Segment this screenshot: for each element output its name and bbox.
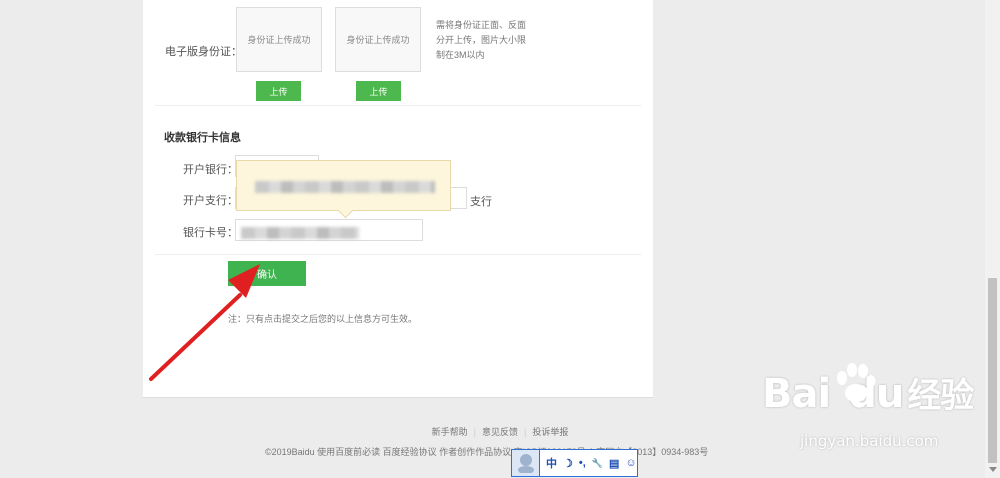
upload-hint: 需将身份证正面、反面分开上传，图片大小限制在3M以内 xyxy=(436,20,527,60)
submit-note: 注：只有点击提交之后您的以上信息方可生效。 xyxy=(228,314,418,324)
form-panel: 电子版身份证： 身份证上传成功 身份证上传成功 上传 上传 需将身份证正面、反面… xyxy=(143,0,653,398)
ime-toolbar[interactable]: 中 ☽ •, 🔧 ▤ ☺ xyxy=(511,449,638,477)
confirm-button[interactable]: 确认 xyxy=(228,261,306,286)
upload-front-button[interactable]: 上传 xyxy=(256,81,301,101)
divider xyxy=(155,254,641,255)
watermark-url: jingyan.baidu.com xyxy=(800,432,939,450)
ime-avatar-icon[interactable] xyxy=(512,450,540,476)
id-card-front-box[interactable]: 身份证上传成功 xyxy=(236,7,322,72)
footer-separator: | xyxy=(473,427,476,437)
ime-punctuation-icon[interactable]: •, xyxy=(579,457,586,469)
branch-label: 开户支行： xyxy=(183,195,238,207)
bank-name-label: 开户银行： xyxy=(183,164,238,176)
id-card-label: 电子版身份证： xyxy=(165,46,242,58)
card-number-label: 银行卡号： xyxy=(183,227,238,239)
watermark-cn: 经验 xyxy=(907,376,974,416)
baidu-jingyan-watermark: Bai du 经验 jingyan.baidu.com xyxy=(762,363,974,450)
baidu-paw-icon xyxy=(837,363,876,402)
divider xyxy=(155,105,641,106)
upload-status-back: 身份证上传成功 xyxy=(346,35,410,45)
branch-suffix: 支行 xyxy=(470,196,492,208)
blurred-card-number xyxy=(241,227,359,239)
scrollbar-thumb[interactable] xyxy=(988,278,997,463)
ime-chinese-mode[interactable]: 中 xyxy=(546,455,557,471)
id-card-back-box[interactable]: 身份证上传成功 xyxy=(335,7,421,72)
ime-smiley-icon[interactable]: ☺ xyxy=(625,457,636,469)
ime-clipboard-icon[interactable]: ▤ xyxy=(609,457,619,470)
scroll-down-arrow-icon[interactable] xyxy=(989,467,997,472)
ime-moon-icon[interactable]: ☽ xyxy=(563,457,573,470)
upload-back-button[interactable]: 上传 xyxy=(356,81,401,101)
footer-link-report[interactable]: 投诉举报 xyxy=(532,427,568,437)
bank-section-title: 收款银行卡信息 xyxy=(164,132,241,144)
page-scrollbar[interactable] xyxy=(985,0,1000,478)
footer-link-help[interactable]: 新手帮助 xyxy=(432,427,468,437)
blurred-suggestion xyxy=(255,181,435,193)
footer-copyright: ©2019Baidu 使用百度前必读 百度经验协议 作者创作作品协议 京ICP证… xyxy=(265,447,709,457)
watermark-brand: Bai xyxy=(762,371,831,417)
autocomplete-tooltip xyxy=(236,160,451,211)
footer-separator: | xyxy=(524,427,527,437)
ime-wrench-icon[interactable]: 🔧 xyxy=(592,458,603,469)
upload-status-front: 身份证上传成功 xyxy=(247,35,311,45)
footer-link-feedback[interactable]: 意见反馈 xyxy=(482,427,518,437)
